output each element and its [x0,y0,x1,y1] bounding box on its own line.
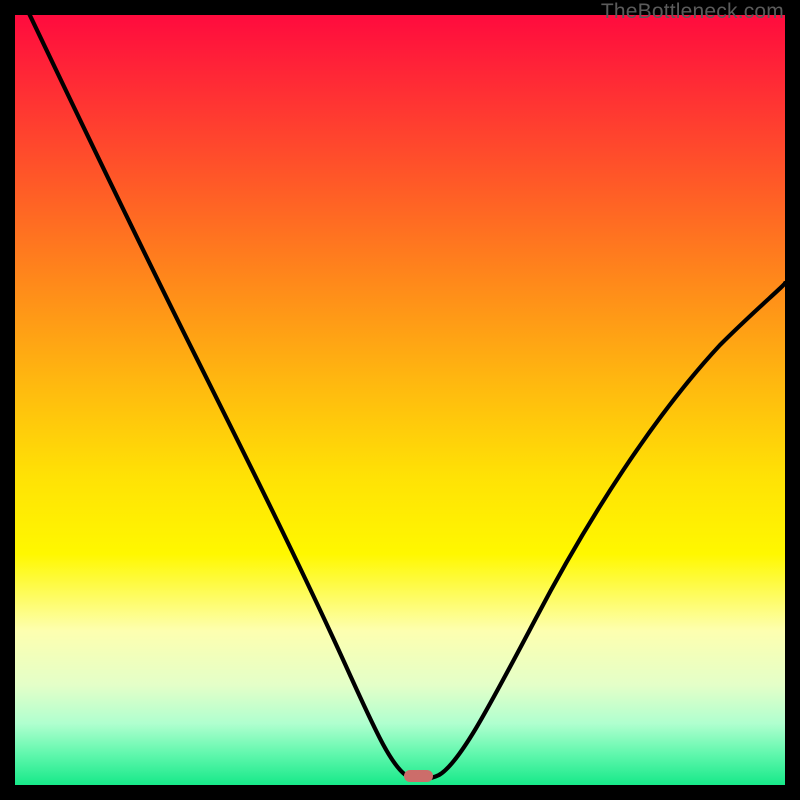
optimal-marker [404,770,433,782]
chart-plot-area [15,15,785,785]
curve-path [15,15,785,779]
attribution-label: TheBottleneck.com [601,0,784,24]
bottleneck-curve [15,15,785,785]
